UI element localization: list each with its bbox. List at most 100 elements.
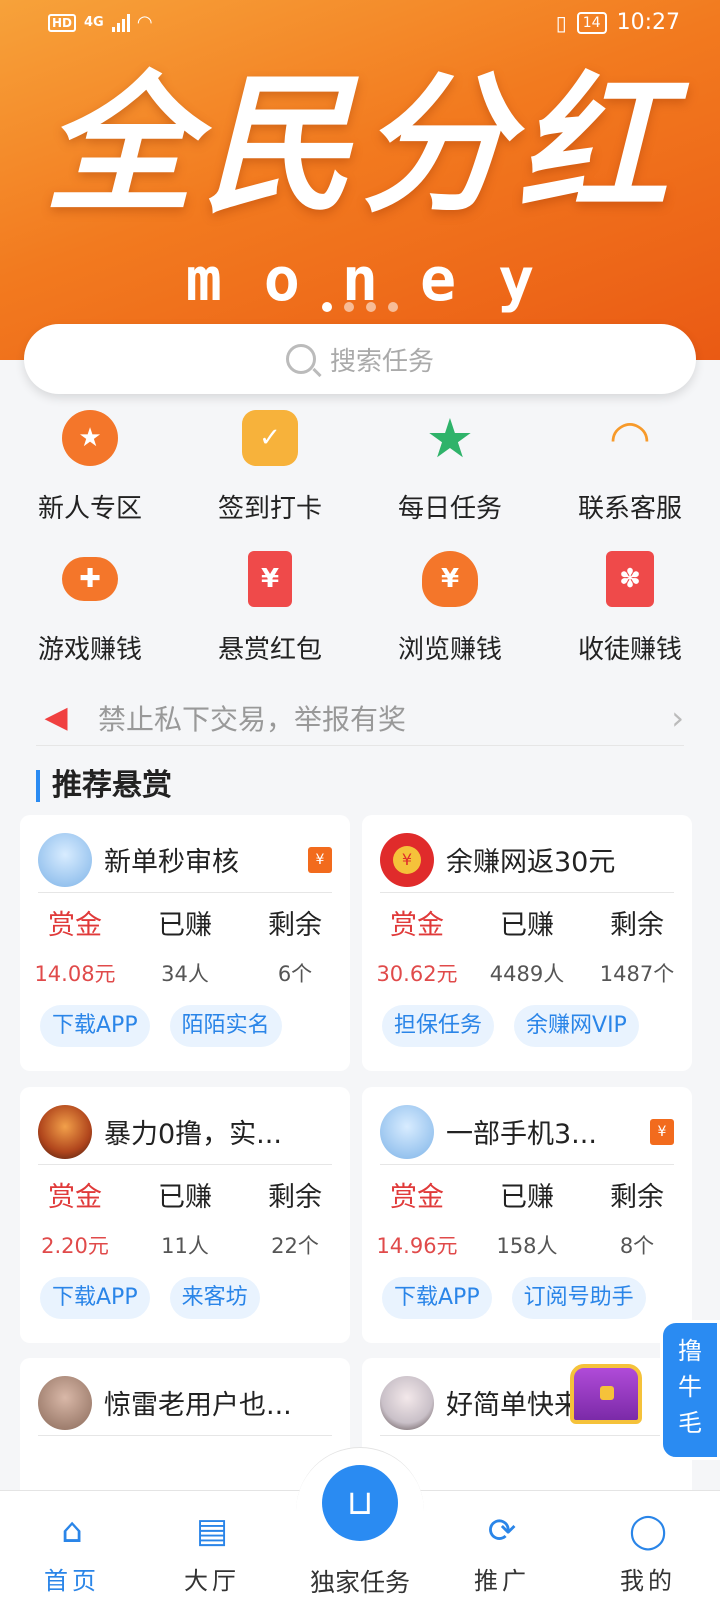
tab-promote[interactable]: ⟳ 推广 — [430, 1491, 574, 1600]
document-icon: ▤ — [195, 1511, 229, 1551]
float-action-button[interactable]: 撸牛毛 — [660, 1320, 720, 1460]
task-card[interactable]: 暴力0撸，实... 赏金 2.20元 已赚 11人 剩余 22个 下载APP 来客坊 — [20, 1087, 350, 1343]
tag: 余赚网VIP — [514, 1005, 639, 1047]
notice-text: 禁止私下交易，举报有奖 — [98, 702, 407, 736]
card-title: 惊雷老用户也... — [104, 1390, 292, 1421]
remaining-value: 22个 — [271, 1234, 319, 1258]
gift-icon: ✽ — [606, 551, 654, 607]
entry-reward-packet[interactable]: ¥ 悬赏红包 — [180, 551, 360, 666]
avatar — [38, 832, 92, 887]
tag: 订阅号助手 — [511, 1277, 646, 1319]
carousel-dot — [366, 302, 376, 312]
entry-newcomer[interactable]: ★ 新人专区 — [0, 410, 180, 525]
reward-value: 14.08元 — [34, 962, 116, 986]
card-title: 余赚网返30元 — [446, 847, 616, 878]
bottom-tab-bar: ⌂ 首页 ▤ 大厅 ⊔ 独家任务 ⟳ 推广 ◯ 我的 — [0, 1447, 720, 1600]
task-card[interactable]: 一部手机3... ¥ 赏金 14.96元 已赚 158人 剩余 8个 下载APP 订阅… — [362, 1087, 692, 1343]
entry-label: 游戏赚钱 — [37, 635, 142, 665]
checkin-icon: ✓ — [242, 410, 298, 466]
remaining-value: 8个 — [619, 1234, 655, 1258]
carousel-dot — [344, 302, 354, 312]
entry-label: 联系客服 — [577, 494, 682, 524]
tag: 来客坊 — [169, 1277, 260, 1319]
section-title: 推荐悬赏 — [36, 770, 172, 802]
earned-label: 已赚 — [158, 910, 212, 941]
remaining-value: 6个 — [277, 962, 313, 986]
reward-value: 14.96元 — [376, 1234, 458, 1258]
chevron-right-icon: › — [671, 698, 684, 737]
card-title: 暴力0撸，实... — [104, 1119, 282, 1150]
earned-value: 34人 — [161, 962, 209, 986]
entry-label: 收徒赚钱 — [577, 635, 682, 665]
hd-icon: HD — [48, 13, 77, 32]
yen-coin-icon: ¥ — [393, 845, 421, 874]
search-placeholder: 搜索任务 — [329, 346, 434, 377]
entry-checkin[interactable]: ✓ 签到打卡 — [180, 410, 360, 525]
remaining-label: 剩余 — [610, 910, 664, 941]
tab-mine[interactable]: ◯ 我的 — [576, 1491, 720, 1600]
remaining-label: 剩余 — [610, 1182, 664, 1213]
earned-value: 11人 — [161, 1234, 209, 1258]
tab-label: 大厅 — [184, 1567, 240, 1595]
signal-icon — [111, 13, 130, 32]
entry-label: 签到打卡 — [217, 494, 322, 524]
reward-value: 30.62元 — [376, 962, 458, 986]
home-icon: ⌂ — [61, 1511, 83, 1551]
tab-label: 推广 — [474, 1567, 530, 1595]
card-title: 新单秒审核 — [104, 847, 239, 878]
tag: 担保任务 — [382, 1005, 495, 1047]
entry-label: 悬赏红包 — [217, 635, 322, 665]
reward-label: 赏金 — [390, 1182, 444, 1213]
entry-game-earn[interactable]: ✚ 游戏赚钱 — [0, 551, 180, 666]
reward-value: 2.20元 — [41, 1234, 109, 1258]
task-card[interactable]: ¥ 余赚网返30元 赏金 30.62元 已赚 4489人 剩余 1487个 担保任务 … — [362, 815, 692, 1071]
battery-icon: 14 — [576, 11, 607, 34]
tab-home[interactable]: ⌂ 首页 — [0, 1491, 144, 1600]
notice-bar[interactable]: ◀ 禁止私下交易，举报有奖 › — [36, 690, 684, 746]
tab-label: 首页 — [44, 1567, 100, 1595]
entry-label: 浏览赚钱 — [397, 635, 502, 665]
card-title: 一部手机3... — [446, 1119, 597, 1150]
avatar — [380, 1375, 434, 1430]
entry-label: 每日任务 — [397, 494, 502, 524]
user-icon: ◯ — [628, 1511, 668, 1551]
gamepad-icon: ✚ — [62, 557, 118, 601]
avatar: ¥ — [380, 832, 434, 887]
earned-label: 已赚 — [500, 910, 554, 941]
search-input[interactable]: 搜索任务 — [24, 324, 696, 394]
tab-exclusive[interactable]: 独家任务 — [288, 1563, 432, 1599]
entry-daily-task[interactable]: ★ 每日任务 — [360, 407, 540, 525]
promo-banner[interactable]: HD 4G ◠ ▯ 14 10:27 全民分红 money — [0, 0, 720, 360]
task-card[interactable]: 新单秒审核 ¥ 赏金 14.08元 已赚 34人 剩余 6个 下载APP 陌陌实名 — [20, 815, 350, 1071]
megaphone-icon: ◀ — [44, 700, 68, 735]
avatar — [38, 1375, 92, 1430]
banner-title: 全民分红 — [43, 57, 676, 233]
wifi-icon: ◠ — [137, 12, 152, 33]
medal-icon: ★ — [62, 410, 118, 466]
clock: 10:27 — [616, 10, 680, 35]
earned-label: 已赚 — [158, 1182, 212, 1213]
treasure-chest-icon[interactable] — [570, 1364, 642, 1424]
entry-browse-earn[interactable]: ¥ 浏览赚钱 — [360, 551, 540, 666]
tab-hall[interactable]: ▤ 大厅 — [140, 1491, 284, 1600]
entry-recruit-earn[interactable]: ✽ 收徒赚钱 — [540, 551, 720, 666]
carousel-dot — [388, 302, 398, 312]
refresh-icon: ⟳ — [487, 1511, 517, 1551]
carousel-dot — [322, 302, 332, 312]
search-icon — [285, 344, 316, 374]
remaining-value: 1487个 — [599, 962, 675, 986]
avatar — [380, 1104, 434, 1159]
red-packet-icon: ¥ — [308, 846, 332, 873]
entry-customer-service[interactable]: ◠ 联系客服 — [540, 410, 720, 525]
vibrate-icon: ▯ — [555, 10, 567, 35]
remaining-label: 剩余 — [268, 1182, 322, 1213]
tag: 下载APP — [40, 1005, 150, 1047]
earned-value: 158人 — [496, 1234, 558, 1258]
exclusive-task-icon[interactable]: ⊔ — [322, 1465, 398, 1541]
tab-label: 我的 — [620, 1567, 676, 1595]
network-label: 4G — [84, 15, 104, 30]
status-bar: HD 4G ◠ ▯ 14 10:27 — [0, 0, 720, 50]
tag: 陌陌实名 — [169, 1005, 282, 1047]
earned-value: 4489人 — [489, 962, 565, 986]
red-packet-icon: ¥ — [650, 1118, 674, 1145]
